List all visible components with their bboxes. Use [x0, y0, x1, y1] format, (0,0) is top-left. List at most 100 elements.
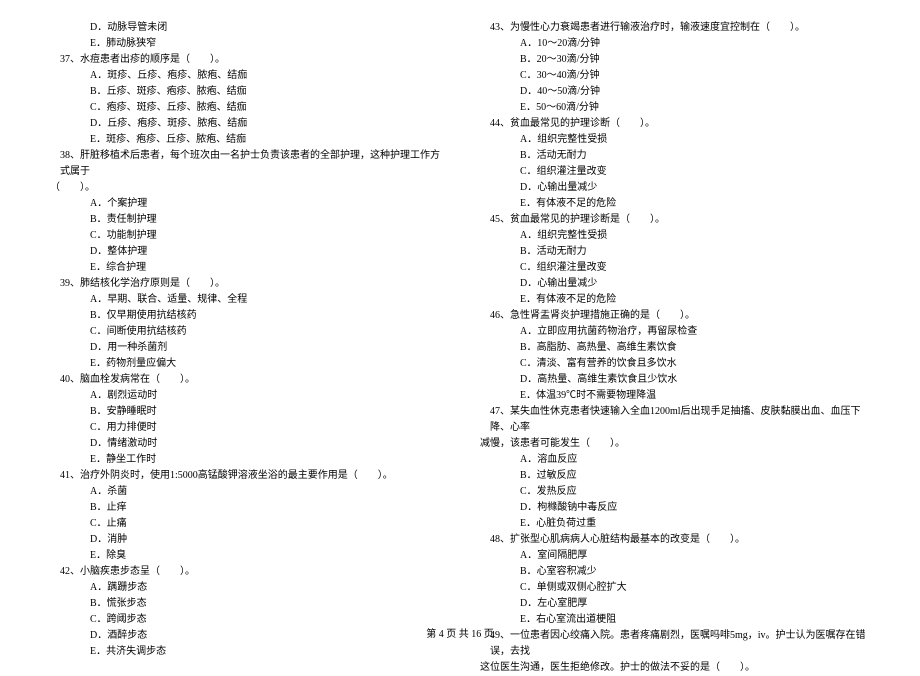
q-num: 39 — [60, 278, 70, 289]
option-text: D．丘疹、疱疹、斑疹、脓疱、结痂 — [50, 116, 440, 132]
option-text: B．活动无耐力 — [480, 244, 870, 260]
question-44: 44、贫血最常见的护理诊断（ ）。 — [480, 116, 870, 132]
option-text: E．体温39℃时不需要物理降温 — [480, 388, 870, 404]
question-40: 40、脑血栓发病常在（ ）。 — [50, 372, 440, 388]
option-text: B．仅早期使用抗结核药 — [50, 308, 440, 324]
option-text: A．蹒跚步态 — [50, 580, 440, 596]
q-num: 44 — [490, 118, 500, 129]
option-text: B．丘疹、斑疹、疱疹、脓疱、结痂 — [50, 84, 440, 100]
question-cont: 减慢，该患者可能发生（ ）。 — [480, 436, 870, 452]
q-num: 37 — [60, 54, 70, 65]
option-text: A．早期、联合、适量、规律、全程 — [50, 292, 440, 308]
option-text: A．剧烈运动时 — [50, 388, 440, 404]
option-text: D．40～50滴/分钟 — [480, 84, 870, 100]
option-text: A．组织完整性受损 — [480, 228, 870, 244]
option-text: E．斑疹、疱疹、丘疹、脓疱、结痂 — [50, 132, 440, 148]
option-text: E．除臭 — [50, 548, 440, 564]
q-text: 贫血最常见的护理诊断（ ）。 — [510, 118, 655, 129]
q-text: 为慢性心力衰竭患者进行输液治疗时，输液速度宜控制在（ ）。 — [510, 22, 805, 33]
option-text: B．心室容积减少 — [480, 564, 870, 580]
page-footer: 第 4 页 共 16 页 — [0, 625, 920, 640]
option-text: B．责任制护理 — [50, 212, 440, 228]
option-text: D．整体护理 — [50, 244, 440, 260]
option-text: C．功能制护理 — [50, 228, 440, 244]
option-text: B．慌张步态 — [50, 596, 440, 612]
option-text: A．斑疹、丘疹、疱疹、脓疱、结痂 — [50, 68, 440, 84]
option-text: D．心输出量减少 — [480, 276, 870, 292]
option-text: E．肺动脉狭窄 — [50, 36, 440, 52]
option-text: E．药物剂量应偏大 — [50, 356, 440, 372]
q-text: 小脑疾患步态呈（ ）。 — [80, 566, 195, 577]
question-38: 38、肝脏移植术后患者，每个班次由一名护士负责该患者的全部护理，这种护理工作方式… — [50, 148, 440, 180]
option-text: E．共济失调步态 — [50, 644, 440, 660]
q-text: 脑血栓发病常在（ ）。 — [80, 374, 195, 385]
option-text: C．疱疹、斑疹、丘疹、脓疱、结痂 — [50, 100, 440, 116]
q-text: 肺结核化学治疗原则是（ ）。 — [80, 278, 225, 289]
option-text: B．活动无耐力 — [480, 148, 870, 164]
q-num: 38 — [60, 150, 70, 161]
option-text: D．高热量、高维生素饮食且少饮水 — [480, 372, 870, 388]
option-text: B．过敏反应 — [480, 468, 870, 484]
option-text: A．室间隔肥厚 — [480, 548, 870, 564]
q-num: 40 — [60, 374, 70, 385]
question-cont: 这位医生沟通，医生拒绝修改。护士的做法不妥的是（ ）。 — [480, 660, 870, 676]
question-37: 37、水痘患者出疹的顺序是（ ）。 — [50, 52, 440, 68]
question-47: 47、某失血性休克患者快速输入全血1200ml后出现手足抽搐、皮肤黏膜出血、血压… — [480, 404, 870, 436]
option-text: C．组织灌注量改变 — [480, 260, 870, 276]
option-text: A．溶血反应 — [480, 452, 870, 468]
question-45: 45、贫血最常见的护理诊断是（ ）。 — [480, 212, 870, 228]
option-text: C．30～40滴/分钟 — [480, 68, 870, 84]
q-num: 42 — [60, 566, 70, 577]
option-text: B．20～30滴/分钟 — [480, 52, 870, 68]
q-text: 肝脏移植术后患者，每个班次由一名护士负责该患者的全部护理，这种护理工作方式属于 — [60, 150, 440, 177]
option-text: D．心输出量减少 — [480, 180, 870, 196]
option-text: C．用力排便时 — [50, 420, 440, 436]
q-num: 45 — [490, 214, 500, 225]
question-46: 46、急性肾盂肾炎护理措施正确的是（ ）。 — [480, 308, 870, 324]
right-column: 43、为慢性心力衰竭患者进行输液治疗时，输液速度宜控制在（ ）。 A．10～20… — [480, 20, 870, 600]
option-text: C．发热反应 — [480, 484, 870, 500]
option-text: C．清淡、富有营养的饮食且多饮水 — [480, 356, 870, 372]
q-num: 46 — [490, 310, 500, 321]
option-text: E．有体液不足的危险 — [480, 292, 870, 308]
option-text: A．立即应用抗菌药物治疗，再留尿检查 — [480, 324, 870, 340]
q-text: 治疗外阴炎时，使用1:5000高锰酸钾溶液坐浴的最主要作用是（ ）。 — [80, 470, 393, 481]
question-41: 41、治疗外阴炎时，使用1:5000高锰酸钾溶液坐浴的最主要作用是（ ）。 — [50, 468, 440, 484]
option-text: E．静坐工作时 — [50, 452, 440, 468]
option-text: E．综合护理 — [50, 260, 440, 276]
option-text: C．单侧或双侧心腔扩大 — [480, 580, 870, 596]
q-text: 急性肾盂肾炎护理措施正确的是（ ）。 — [510, 310, 695, 321]
option-text: D．枸橼酸钠中毒反应 — [480, 500, 870, 516]
left-column: D．动脉导管未闭 E．肺动脉狭窄 37、水痘患者出疹的顺序是（ ）。 A．斑疹、… — [50, 20, 440, 600]
option-text: A．杀菌 — [50, 484, 440, 500]
q-text: 扩张型心肌病病人心脏结构最基本的改变是（ ）。 — [510, 534, 745, 545]
two-column-layout: D．动脉导管未闭 E．肺动脉狭窄 37、水痘患者出疹的顺序是（ ）。 A．斑疹、… — [50, 20, 870, 600]
q-num: 47 — [490, 406, 500, 417]
option-text: E．50～60滴/分钟 — [480, 100, 870, 116]
question-43: 43、为慢性心力衰竭患者进行输液治疗时，输液速度宜控制在（ ）。 — [480, 20, 870, 36]
q-text: 贫血最常见的护理诊断是（ ）。 — [510, 214, 665, 225]
question-cont: （ ）。 — [50, 180, 440, 196]
option-text: E．心脏负荷过重 — [480, 516, 870, 532]
option-text: A．组织完整性受损 — [480, 132, 870, 148]
q-num: 48 — [490, 534, 500, 545]
option-text: A．个案护理 — [50, 196, 440, 212]
option-text: D．消肿 — [50, 532, 440, 548]
option-text: C．止痛 — [50, 516, 440, 532]
option-text: D．情绪激动时 — [50, 436, 440, 452]
q-num: 41 — [60, 470, 70, 481]
question-48: 48、扩张型心肌病病人心脏结构最基本的改变是（ ）。 — [480, 532, 870, 548]
question-39: 39、肺结核化学治疗原则是（ ）。 — [50, 276, 440, 292]
option-text: B．高脂肪、高热量、高维生素饮食 — [480, 340, 870, 356]
option-text: C．组织灌注量改变 — [480, 164, 870, 180]
option-text: D．动脉导管未闭 — [50, 20, 440, 36]
option-text: D．左心室肥厚 — [480, 596, 870, 612]
option-text: B．止痒 — [50, 500, 440, 516]
question-42: 42、小脑疾患步态呈（ ）。 — [50, 564, 440, 580]
option-text: D．用一种杀菌剂 — [50, 340, 440, 356]
option-text: B．安静睡眠时 — [50, 404, 440, 420]
q-text: 水痘患者出疹的顺序是（ ）。 — [80, 54, 225, 65]
option-text: C．间断使用抗结核药 — [50, 324, 440, 340]
q-num: 43 — [490, 22, 500, 33]
option-text: A．10～20滴/分钟 — [480, 36, 870, 52]
